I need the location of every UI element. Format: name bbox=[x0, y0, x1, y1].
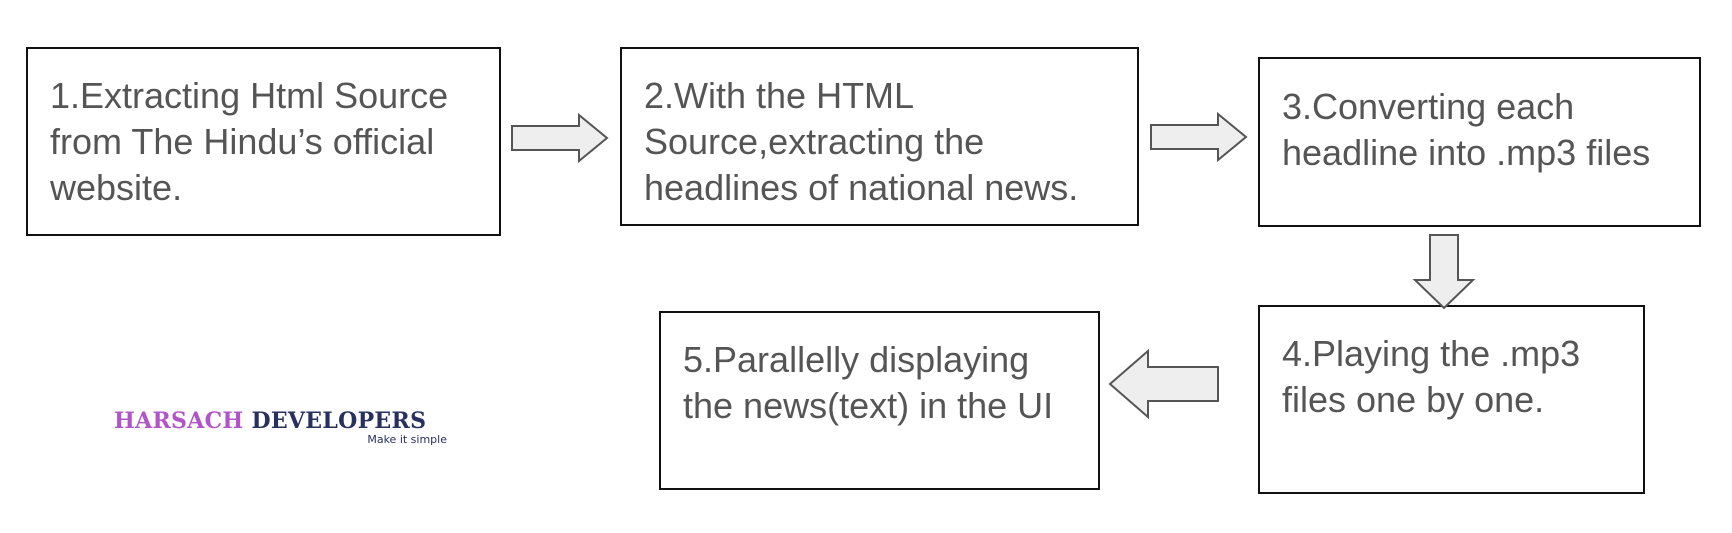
step-2-box: 2.With the HTML Source,extracting the he… bbox=[620, 47, 1139, 226]
company-logo: HARSACH DEVELOPERS Make it simple bbox=[114, 408, 449, 446]
step-1-box: 1.Extracting Html Source from The Hindu’… bbox=[26, 47, 501, 236]
arrow-step4-to-step5 bbox=[1108, 348, 1219, 420]
step-4-box: 4.Playing the .mp3 files one by one. bbox=[1258, 305, 1645, 494]
logo-wordmark: HARSACH DEVELOPERS bbox=[114, 408, 449, 434]
logo-name-first: HARSACH bbox=[114, 408, 244, 434]
step-3-box: 3.Converting each headline into .mp3 fil… bbox=[1258, 57, 1701, 227]
arrow-step2-to-step3 bbox=[1150, 111, 1248, 163]
logo-name-second: DEVELOPERS bbox=[251, 408, 427, 434]
arrow-step1-to-step2 bbox=[511, 112, 609, 164]
arrow-step3-to-step4 bbox=[1412, 234, 1476, 310]
step-5-box: 5.Parallelly displaying the news(text) i… bbox=[659, 311, 1100, 490]
logo-tagline: Make it simple bbox=[367, 433, 447, 446]
